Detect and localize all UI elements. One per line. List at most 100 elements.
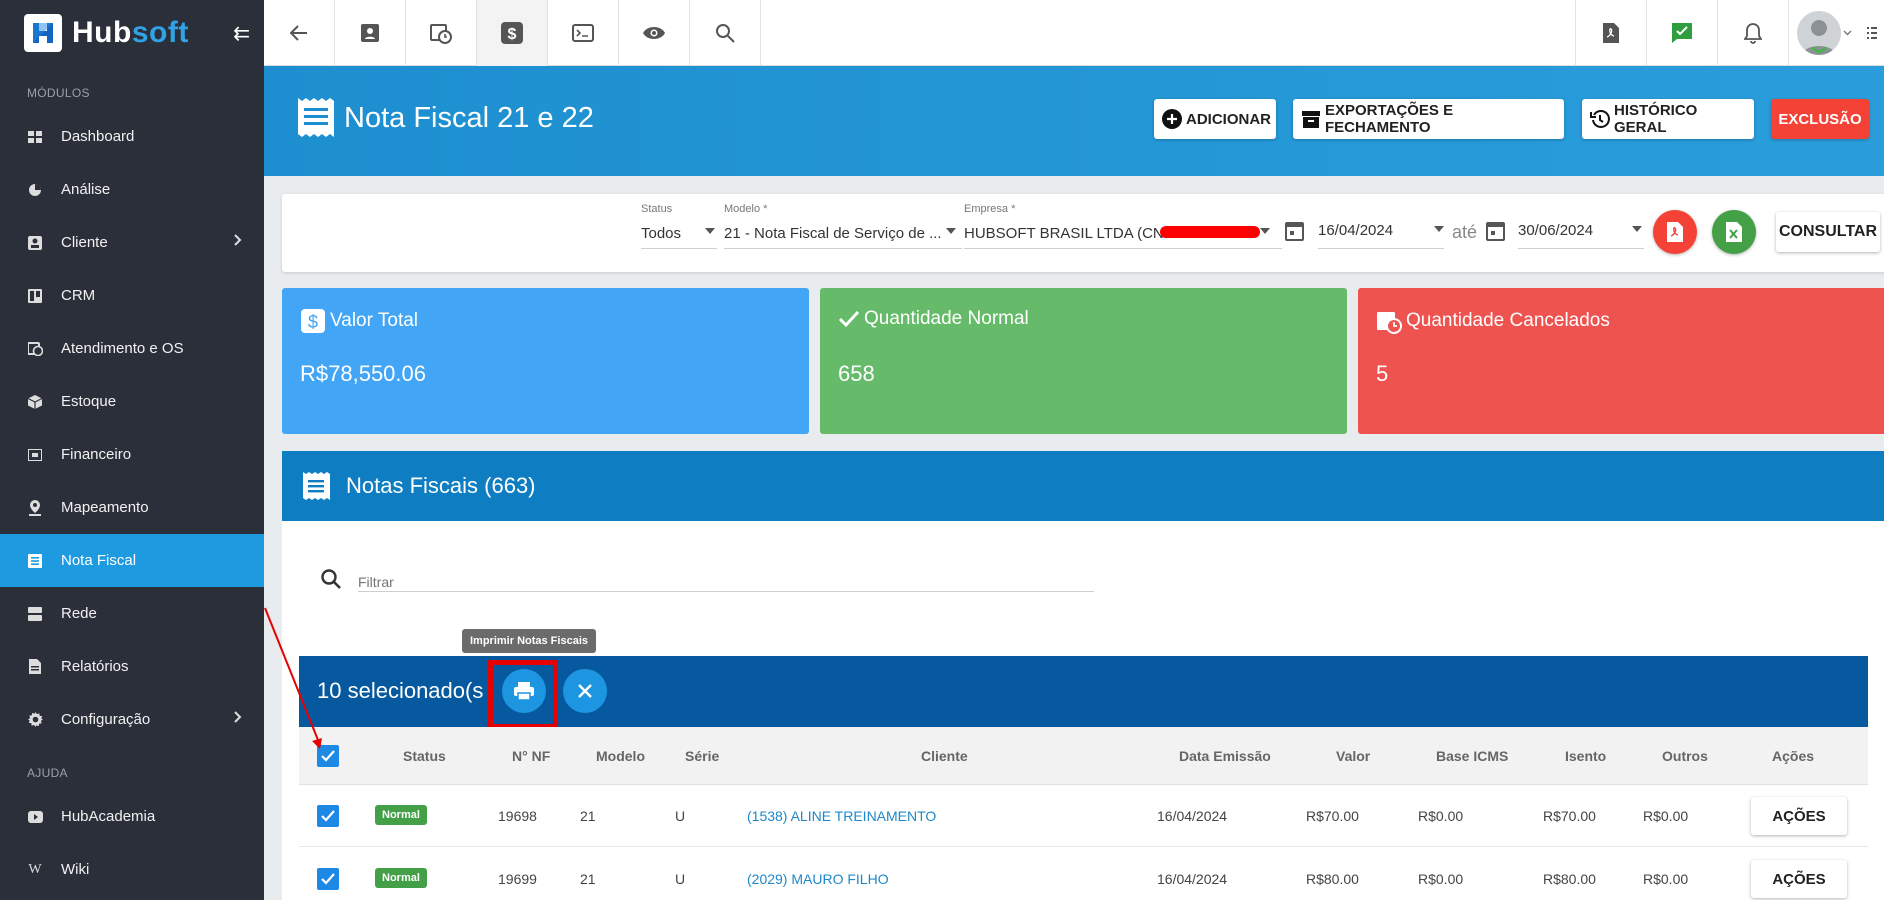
chevron-right-icon — [234, 711, 242, 723]
cell-serie: U — [675, 871, 686, 887]
schedule-button[interactable] — [406, 0, 477, 66]
table-row[interactable]: Normal 19698 21 U (1538) ALINE TREINAMEN… — [299, 785, 1868, 847]
selected-count-text: 10 selecionado(s — [317, 678, 484, 703]
row-actions-button[interactable]: AÇÕES — [1751, 860, 1847, 898]
sidebar-item-relatorios[interactable]: Relatórios — [0, 640, 264, 693]
filter-row — [320, 566, 1094, 592]
bell-icon — [1744, 22, 1762, 44]
clear-selection-button[interactable] — [563, 669, 607, 713]
sidebar-item-nota-fiscal[interactable]: Nota Fiscal — [0, 534, 264, 587]
filter-input[interactable] — [358, 566, 1094, 592]
sidebar-item-configuracao[interactable]: Configuração — [0, 693, 264, 746]
model-underline — [724, 248, 962, 249]
receipt-icon — [27, 553, 43, 569]
view-button[interactable] — [619, 0, 690, 66]
collapse-icon[interactable]: ⇇ — [233, 21, 250, 46]
contacts-button[interactable] — [335, 0, 406, 66]
sidebar-item-estoque[interactable]: Estoque — [0, 375, 264, 428]
col-modelo[interactable]: Modelo — [596, 748, 645, 764]
plus-circle-icon — [1162, 109, 1182, 129]
pdf-button[interactable] — [1575, 0, 1646, 66]
sidebar-item-crm[interactable]: CRM — [0, 269, 264, 322]
col-cliente[interactable]: Cliente — [921, 748, 968, 764]
search-button[interactable] — [690, 0, 761, 66]
money-icon — [27, 447, 43, 463]
notifications-button[interactable] — [1717, 0, 1788, 66]
col-serie[interactable]: Série — [685, 748, 719, 764]
contact-card-icon — [360, 23, 380, 43]
export-excel-button[interactable] — [1712, 210, 1756, 254]
sidebar-item-label: Atendimento e OS — [61, 340, 184, 357]
col-data-emissao[interactable]: Data Emissão — [1179, 748, 1271, 764]
canceled-count-title: Quantidade Cancelados — [1376, 308, 1610, 334]
cell-base-icms: R$0.00 — [1418, 808, 1464, 824]
check-icon — [321, 810, 335, 822]
table-row[interactable]: Normal 19699 21 U (2029) MAURO FILHO 16/… — [299, 848, 1868, 900]
model-label: Modelo * — [724, 203, 768, 215]
hubsoft-logo-icon[interactable] — [24, 14, 62, 52]
sidebar-item-label: Rede — [61, 605, 97, 622]
add-button-label: ADICIONAR — [1186, 110, 1271, 128]
company-underline — [964, 248, 1282, 249]
history-button-label: HISTÓRICO GERAL — [1614, 102, 1698, 136]
caret-down-icon — [1434, 226, 1444, 232]
more-menu-button[interactable] — [1860, 0, 1884, 65]
approvals-button[interactable] — [1646, 0, 1717, 66]
col-valor[interactable]: Valor — [1336, 748, 1370, 764]
sidebar-item-wiki[interactable]: W Wiki — [0, 843, 264, 896]
play-icon — [27, 809, 43, 825]
canceled-count-card: Quantidade Cancelados 5 — [1358, 288, 1884, 434]
sidebar-item-financeiro[interactable]: Financeiro — [0, 428, 264, 481]
terminal-button[interactable] — [548, 0, 619, 66]
sidebar-item-cliente[interactable]: Cliente — [0, 216, 264, 269]
back-button[interactable] — [264, 0, 335, 66]
top-bar: $ — [264, 0, 1884, 66]
export-button[interactable]: EXPORTAÇÕES E FECHAMENTO — [1293, 99, 1564, 139]
contact-card-icon — [27, 235, 43, 251]
status-label: Status — [641, 203, 673, 215]
finance-button[interactable]: $ — [477, 0, 548, 66]
brand-name: Hubsoft — [72, 16, 189, 50]
date-from-underline — [1318, 248, 1444, 249]
row-actions-button[interactable]: AÇÕES — [1751, 797, 1847, 835]
pie-chart-icon — [27, 182, 43, 198]
col-isento[interactable]: Isento — [1565, 748, 1606, 764]
sidebar-item-dashboard[interactable]: Dashboard — [0, 110, 264, 163]
caret-down-icon — [1260, 228, 1270, 234]
total-value-label: Valor Total — [330, 310, 419, 331]
model-value: 21 - Nota Fiscal de Serviço de ... — [724, 225, 942, 242]
sidebar-item-mapeamento[interactable]: Mapeamento — [0, 481, 264, 534]
sidebar-item-rede[interactable]: Rede — [0, 587, 264, 640]
redaction-mark — [1160, 226, 1260, 238]
pdf-file-icon — [1666, 221, 1684, 243]
sidebar-item-hubacademia[interactable]: HubAcademia — [0, 790, 264, 843]
cell-cliente-link[interactable]: (1538) ALINE TREINAMENTO — [747, 808, 936, 824]
export-pdf-button[interactable] — [1653, 210, 1697, 254]
gear-icon — [27, 712, 43, 728]
consult-button[interactable]: CONSULTAR — [1776, 212, 1880, 252]
col-outros[interactable]: Outros — [1662, 748, 1708, 764]
select-all-checkbox[interactable] — [317, 745, 339, 767]
date-range-separator: até — [1452, 222, 1478, 242]
row-checkbox[interactable] — [317, 868, 339, 890]
total-value-card: $ Valor Total R$78,550.06 — [282, 288, 809, 434]
sidebar: Hubsoft ⇇ MÓDULOS Dashboard Análise Clie… — [0, 0, 264, 900]
col-base-icms[interactable]: Base ICMS — [1436, 748, 1508, 764]
status-badge: Normal — [375, 868, 427, 888]
export-button-label: EXPORTAÇÕES E FECHAMENTO — [1325, 102, 1454, 136]
sidebar-item-atendimento[interactable]: Atendimento e OS — [0, 322, 264, 375]
normal-count-title: Quantidade Normal — [838, 308, 1029, 330]
exclusion-button[interactable]: EXCLUSÃO — [1771, 99, 1869, 139]
brand: Hubsoft ⇇ — [0, 0, 264, 66]
col-status[interactable]: Status — [403, 748, 446, 764]
sidebar-item-label: Financeiro — [61, 446, 132, 463]
history-button[interactable]: HISTÓRICO GERAL — [1582, 99, 1754, 139]
cell-cliente-link[interactable]: (2029) MAURO FILHO — [747, 871, 889, 887]
user-menu[interactable] — [1788, 0, 1860, 66]
row-checkbox[interactable] — [317, 805, 339, 827]
col-nf[interactable]: N° NF — [512, 748, 550, 764]
sidebar-item-analise[interactable]: Análise — [0, 163, 264, 216]
cell-data: 16/04/2024 — [1157, 808, 1228, 824]
add-button[interactable]: ADICIONAR — [1154, 99, 1276, 139]
chevron-right-icon — [234, 234, 242, 246]
